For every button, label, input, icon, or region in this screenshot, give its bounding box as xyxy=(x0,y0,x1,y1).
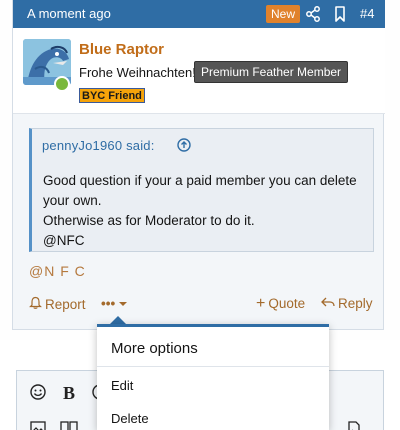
share-icon[interactable] xyxy=(303,4,323,24)
menu-item-edit[interactable]: Edit xyxy=(111,378,133,393)
report-button[interactable]: Report xyxy=(29,296,86,313)
post-actions: Report ••• + Quote Reply xyxy=(13,293,385,317)
user-block: Blue Raptor Frohe Weihnachten! Premium F… xyxy=(13,28,385,114)
quote-box: pennyJo1960 said: Good question if your … xyxy=(29,128,374,252)
signature: @N F C xyxy=(29,263,86,279)
quote-line: Otherwise as for Moderator to do it. xyxy=(43,213,255,228)
post-number[interactable]: #4 xyxy=(360,6,374,21)
columns-icon[interactable] xyxy=(60,421,78,430)
premium-badge: Premium Feather Member xyxy=(194,61,349,83)
reply-label: Reply xyxy=(338,296,373,311)
more-dots-icon: ••• xyxy=(101,296,116,311)
image-icon[interactable] xyxy=(30,421,46,430)
online-status-dot xyxy=(54,76,70,92)
username[interactable]: Blue Raptor xyxy=(79,41,164,58)
smiley-icon[interactable] xyxy=(30,384,46,405)
friend-badge: BYC Friend xyxy=(79,88,145,103)
file-icon[interactable] xyxy=(347,421,361,430)
quote-author[interactable]: pennyJo1960 said: xyxy=(42,138,155,153)
more-options-button[interactable]: ••• xyxy=(101,296,128,311)
post-time[interactable]: A moment ago xyxy=(27,6,111,21)
bold-button[interactable]: B xyxy=(63,383,75,404)
report-label: Report xyxy=(45,297,86,312)
menu-divider xyxy=(97,366,329,367)
reply-arrow-icon xyxy=(321,296,335,311)
user-title: Frohe Weihnachten! xyxy=(79,65,196,80)
post-card: A moment ago New #4 Blue Raptor Frohe We… xyxy=(12,0,385,330)
dropdown-pointer xyxy=(110,316,126,324)
chevron-down-icon xyxy=(118,296,128,311)
more-options-menu: More options Edit Delete xyxy=(97,324,329,430)
new-badge: New xyxy=(266,5,301,23)
bookmark-icon[interactable] xyxy=(330,4,350,24)
quote-label: Quote xyxy=(268,296,306,311)
bell-icon xyxy=(29,296,42,313)
quote-line: Good question if your a paid member you … xyxy=(43,173,357,208)
menu-item-delete[interactable]: Delete xyxy=(111,411,149,426)
quote-line: @NFC xyxy=(43,233,85,248)
quote-text: Good question if your a paid member you … xyxy=(43,171,368,251)
plus-icon: + xyxy=(256,294,266,312)
arrow-up-circle-icon[interactable] xyxy=(177,138,191,152)
reply-button[interactable]: Reply xyxy=(321,296,373,311)
menu-title: More options xyxy=(111,340,198,357)
quote-button[interactable]: + Quote xyxy=(256,294,306,312)
post-header: A moment ago New #4 xyxy=(13,0,385,28)
